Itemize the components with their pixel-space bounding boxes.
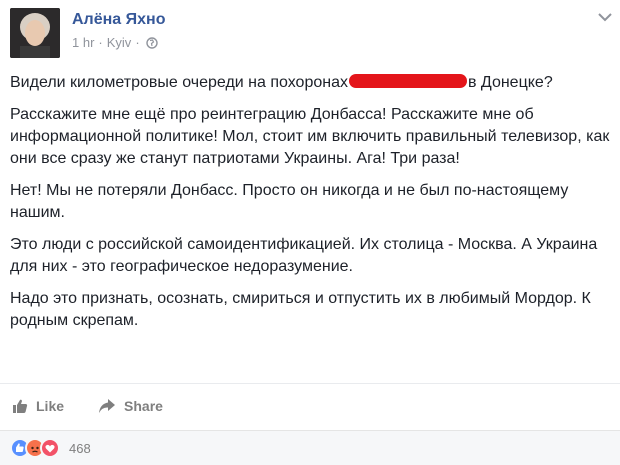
author-name[interactable]: Алёна Яхно <box>72 10 165 30</box>
paragraph-4: Это люди с российской самоидентификацией… <box>10 236 598 275</box>
like-label: Like <box>36 397 65 414</box>
post-body: Видели километровые очереди на похоронах… <box>10 72 610 342</box>
post-header: Алёна Яхно 1 hr · Kyiv · <box>10 8 165 58</box>
avatar[interactable] <box>10 8 60 58</box>
chevron-down-icon[interactable] <box>598 12 612 22</box>
post-time[interactable]: 1 hr <box>72 35 94 51</box>
paragraph-1: Видели километровые очереди на похоронах… <box>10 72 610 94</box>
paragraph-5: Надо это признать, осознать, смириться и… <box>10 290 591 329</box>
globe-icon <box>145 37 158 49</box>
action-bar: Like Share <box>0 383 620 427</box>
post-meta: 1 hr · Kyiv · <box>72 35 165 51</box>
like-thumb-icon <box>13 399 28 413</box>
paragraph-1-end: в Донецке? <box>467 74 553 91</box>
paragraph-1-start: Видели километровые очереди на похоронах <box>10 74 348 91</box>
reactions-bar[interactable]: 468 <box>0 430 620 465</box>
reaction-icons <box>10 438 60 458</box>
love-reaction-icon <box>40 438 60 458</box>
paragraph-3: Нет! Мы не потеряли Донбасс. Просто он н… <box>10 182 569 221</box>
post-location[interactable]: Kyiv <box>107 35 132 51</box>
facebook-post: Алёна Яхно 1 hr · Kyiv · Видели километр… <box>0 0 620 465</box>
share-arrow-icon <box>99 398 116 413</box>
meta-separator: · <box>98 35 103 50</box>
paragraph-2: Расскажите мне ещё про реинтеграцию Донб… <box>10 106 610 167</box>
redaction-mark <box>348 74 467 88</box>
like-button[interactable]: Like <box>12 398 64 414</box>
share-button[interactable]: Share <box>98 398 163 414</box>
reaction-count[interactable]: 468 <box>69 441 91 456</box>
meta-separator-2: · <box>135 35 140 50</box>
share-label: Share <box>124 397 163 414</box>
